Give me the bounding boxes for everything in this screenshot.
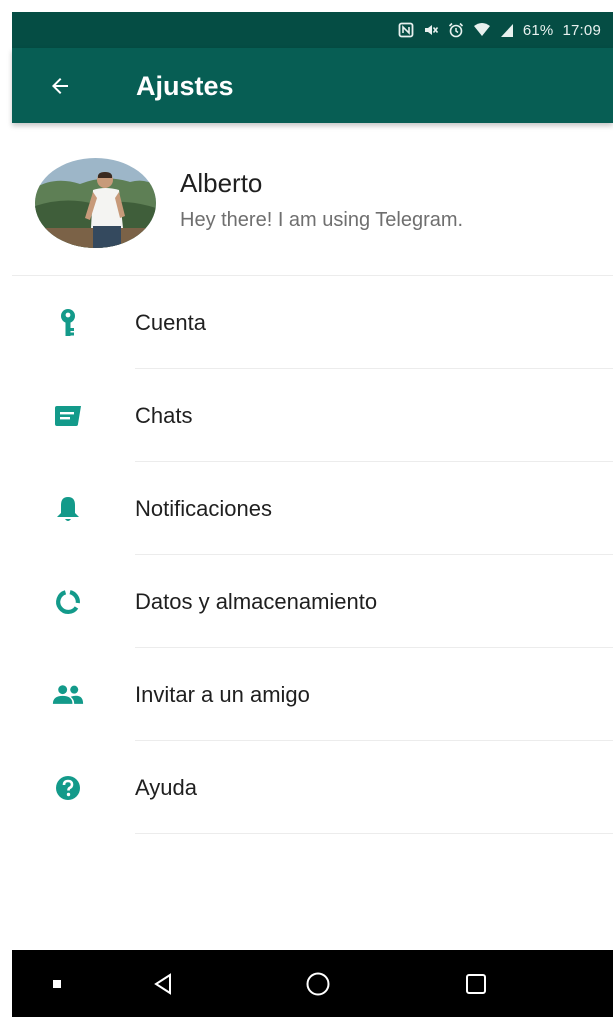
avatar-photo xyxy=(35,158,156,248)
status-bar: 61% 17:09 xyxy=(12,12,613,48)
nfc-icon xyxy=(398,22,414,38)
battery-level: 61% xyxy=(522,21,554,39)
menu-item-cuenta[interactable]: Cuenta xyxy=(12,276,613,369)
settings-menu: Cuenta Chats Notificaciones Datos y alma… xyxy=(12,276,613,834)
menu-label-invitar: Invitar a un amigo xyxy=(135,682,310,707)
key-icon xyxy=(52,307,84,339)
help-icon xyxy=(52,772,84,804)
menu-label-notificaciones: Notificaciones xyxy=(135,496,272,521)
wifi-icon xyxy=(473,23,490,36)
triangle-back-icon xyxy=(154,972,171,995)
profile-name: Alberto xyxy=(180,168,263,198)
people-icon xyxy=(52,679,84,711)
menu-label-ayuda: Ayuda xyxy=(135,775,197,800)
menu-label-cuenta: Cuenta xyxy=(135,310,206,335)
menu-item-chats[interactable]: Chats xyxy=(12,369,613,462)
app-bar: Ajustes xyxy=(12,48,613,123)
menu-item-ayuda[interactable]: Ayuda xyxy=(12,741,613,834)
menu-divider xyxy=(135,833,613,834)
bell-icon xyxy=(52,493,84,525)
nav-home-button[interactable] xyxy=(296,950,340,1017)
menu-label-datos: Datos y almacenamiento xyxy=(135,589,378,614)
dot-icon xyxy=(53,979,61,988)
nav-dot-button[interactable] xyxy=(42,950,72,1017)
menu-item-datos[interactable]: Datos y almacenamiento xyxy=(12,555,613,648)
signal-icon xyxy=(500,24,513,37)
alarm-icon xyxy=(448,22,463,38)
circle-home-icon xyxy=(306,972,330,995)
avatar[interactable] xyxy=(35,158,156,248)
chat-icon xyxy=(52,400,84,432)
profile-status: Hey there! I am using Telegram. xyxy=(180,209,464,231)
menu-item-notificaciones[interactable]: Notificaciones xyxy=(12,462,613,555)
profile-row[interactable]: Alberto Hey there! I am using Telegram. xyxy=(12,123,613,275)
menu-item-invitar[interactable]: Invitar a un amigo xyxy=(12,648,613,741)
arrow-left-icon xyxy=(52,78,68,94)
back-button[interactable] xyxy=(42,68,78,104)
settings-screen: 61% 17:09 Ajustes Alberto Hey there! I a… xyxy=(0,0,613,1017)
square-recents-icon xyxy=(466,973,486,994)
system-nav-bar xyxy=(12,950,613,1017)
menu-label-chats: Chats xyxy=(135,403,193,428)
page-title: Ajustes xyxy=(136,71,234,101)
nav-back-button[interactable] xyxy=(142,950,186,1017)
status-time: 17:09 xyxy=(562,21,601,39)
mute-icon xyxy=(424,25,438,35)
nav-recents-button[interactable] xyxy=(454,950,498,1017)
data-usage-icon xyxy=(52,586,84,618)
